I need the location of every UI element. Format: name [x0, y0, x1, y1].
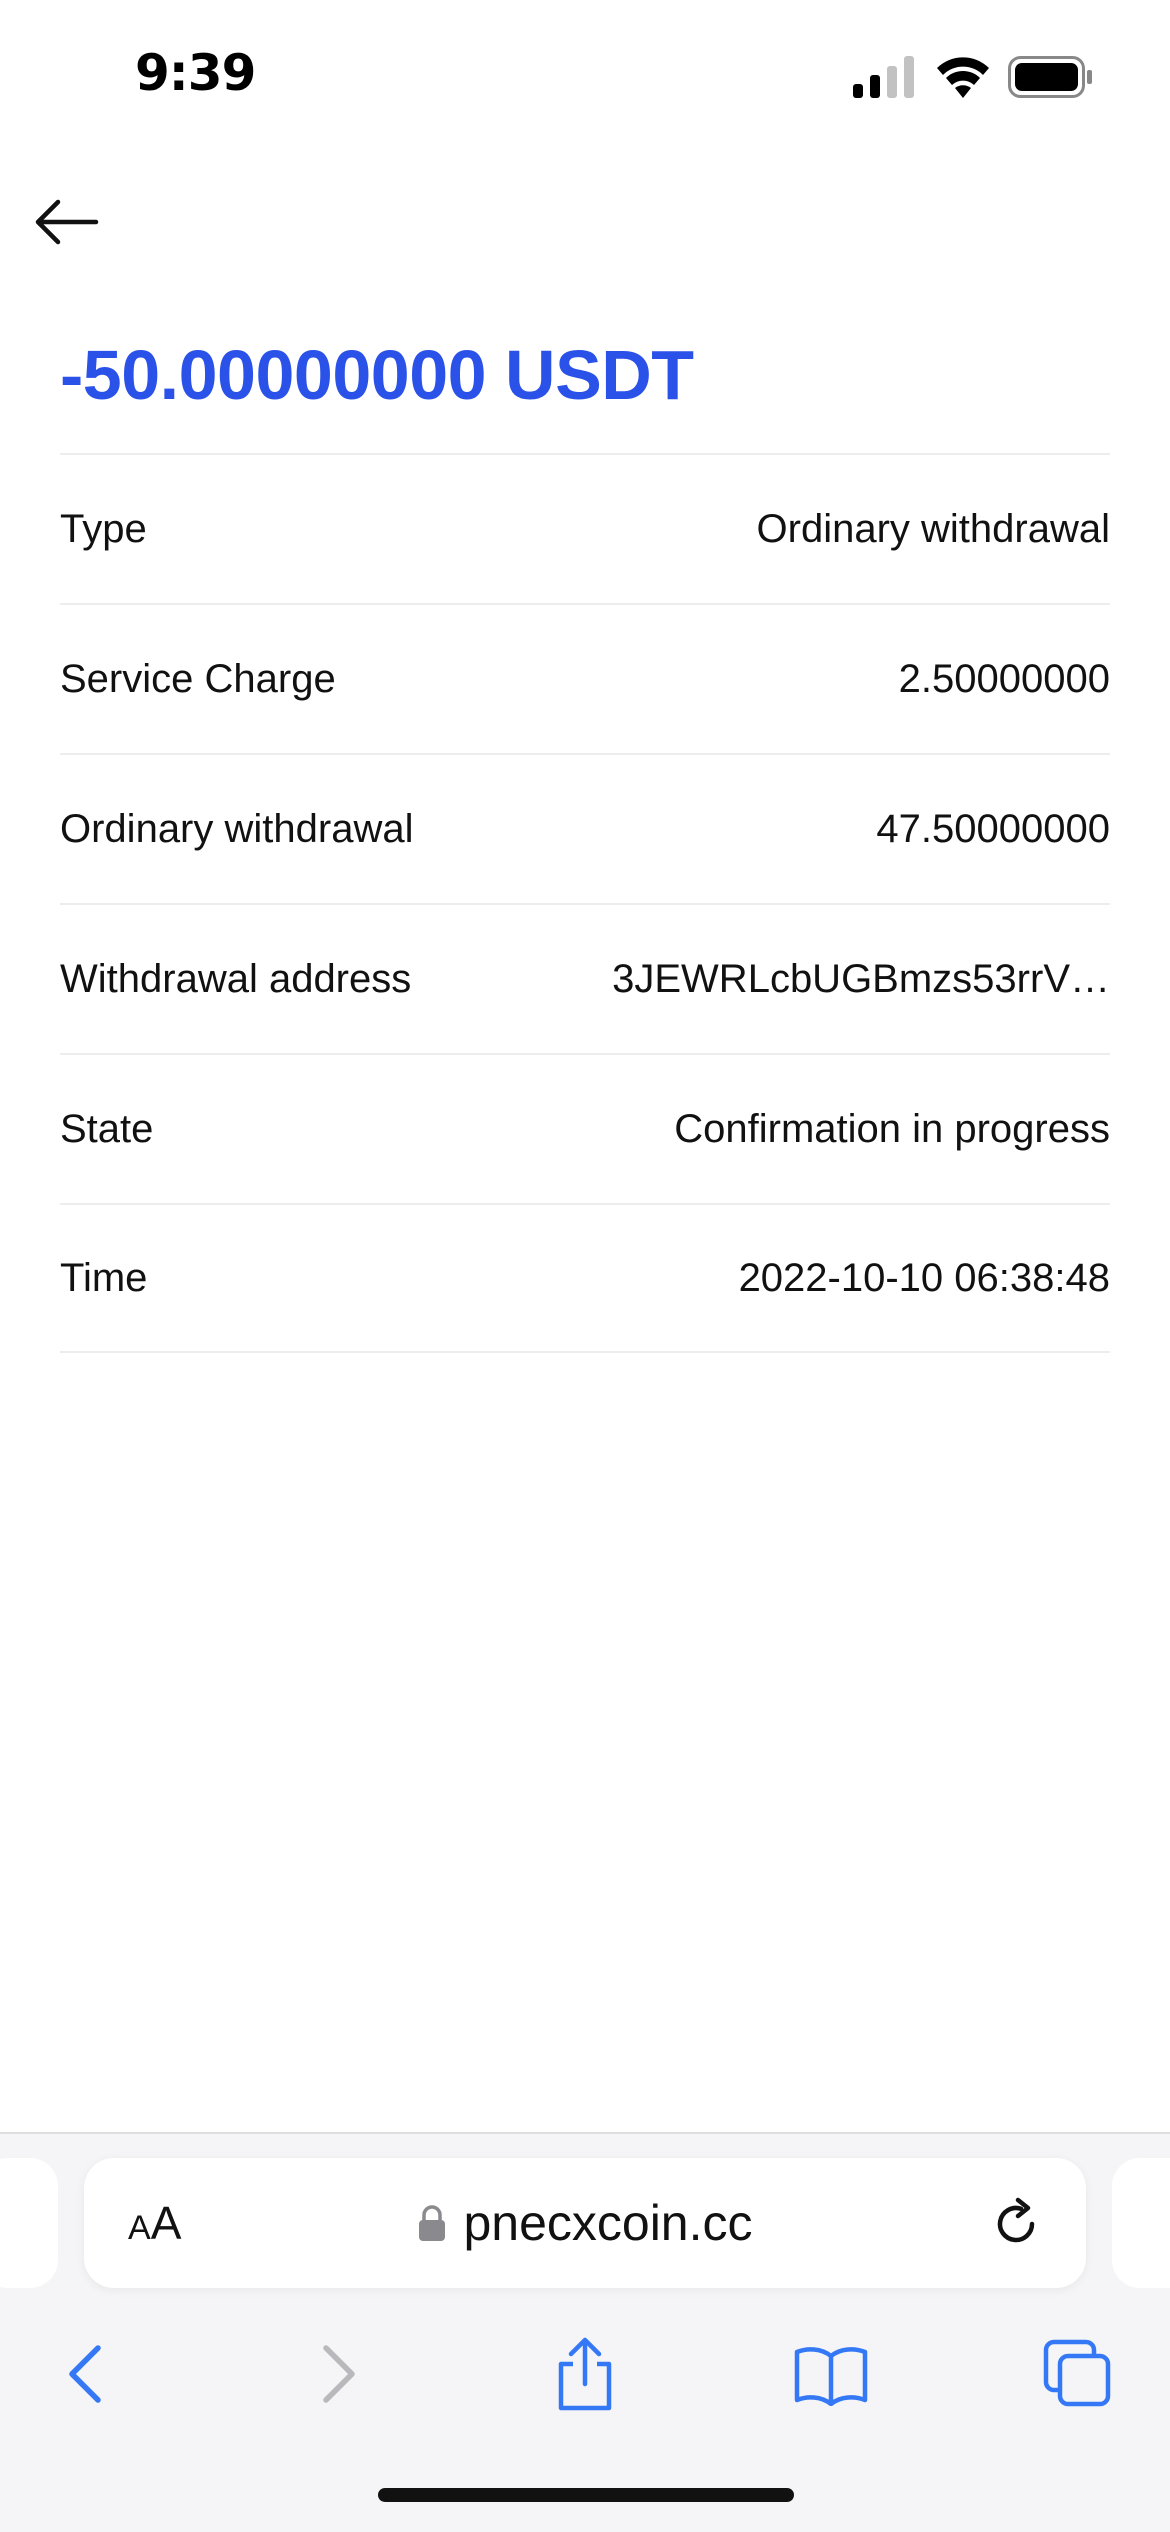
- url-text: pnecxcoin.cc: [463, 2195, 753, 2251]
- tabs-button[interactable]: [1038, 2336, 1118, 2412]
- back-icon: [69, 2345, 101, 2403]
- signal-icon: [853, 56, 914, 98]
- detail-list: Type Ordinary withdrawal Service Charge …: [60, 453, 1110, 1353]
- detail-value: 2.50000000: [898, 656, 1110, 701]
- address-bar[interactable]: pnecxcoin.cc AA: [84, 2158, 1086, 2288]
- arrow-left-icon: [35, 199, 99, 245]
- next-tab-peek[interactable]: [1112, 2158, 1170, 2288]
- text-size-small-label: A: [128, 2209, 151, 2247]
- detail-label: Type: [60, 506, 147, 551]
- status-time: 9:39: [135, 44, 256, 102]
- back-button[interactable]: [28, 190, 108, 254]
- detail-value: Confirmation in progress: [674, 1106, 1110, 1151]
- reload-icon[interactable]: [988, 2196, 1044, 2252]
- forward-icon: [323, 2345, 355, 2403]
- detail-row-time: Time 2022-10-10 06:38:48: [60, 1203, 1110, 1353]
- text-size-button[interactable]: AA: [128, 2196, 208, 2252]
- detail-value: Ordinary withdrawal: [756, 506, 1110, 551]
- detail-label: State: [60, 1106, 154, 1151]
- browser-toolbar: [0, 2300, 1170, 2420]
- share-icon: [558, 2337, 612, 2411]
- withdrawal-amount: -50.00000000 USDT: [60, 336, 694, 414]
- browser-forward-button[interactable]: [298, 2336, 378, 2412]
- detail-row-type: Type Ordinary withdrawal: [60, 453, 1110, 603]
- detail-row-state: State Confirmation in progress: [60, 1053, 1110, 1203]
- bookmarks-button[interactable]: [791, 2336, 871, 2412]
- status-bar: 9:39: [0, 0, 1170, 150]
- detail-row-service-charge: Service Charge 2.50000000: [60, 603, 1110, 753]
- detail-label: Service Charge: [60, 656, 336, 701]
- tabs-icon: [1043, 2339, 1111, 2407]
- detail-label: Withdrawal address: [60, 956, 412, 1001]
- home-indicator[interactable]: [378, 2488, 794, 2502]
- detail-row-ordinary-withdrawal: Ordinary withdrawal 47.50000000: [60, 753, 1110, 903]
- detail-value: 2022-10-10 06:38:48: [738, 1255, 1110, 1300]
- wifi-icon: [937, 57, 989, 98]
- detail-label: Ordinary withdrawal: [60, 806, 414, 851]
- text-size-large-label: A: [150, 2197, 182, 2249]
- screen: 9:39 -50.00000000 USDT Type Ordinary wit: [0, 0, 1170, 2532]
- previous-tab-peek[interactable]: [0, 2158, 58, 2288]
- battery-icon: [1008, 56, 1092, 98]
- detail-value: 47.50000000: [876, 806, 1110, 851]
- browser-back-button[interactable]: [46, 2336, 126, 2412]
- withdrawal-address-value[interactable]: 3JEWRLcbUGBmzs53rrV…: [612, 957, 1110, 1002]
- browser-bar: pnecxcoin.cc AA: [0, 2132, 1170, 2532]
- detail-label: Time: [60, 1255, 148, 1300]
- lock-icon: [419, 2205, 446, 2241]
- bookmarks-icon: [794, 2347, 868, 2406]
- url-field[interactable]: pnecxcoin.cc: [84, 2158, 1086, 2288]
- share-button[interactable]: [545, 2336, 625, 2412]
- detail-row-withdrawal-address: Withdrawal address 3JEWRLcbUGBmzs53rrV…: [60, 903, 1110, 1053]
